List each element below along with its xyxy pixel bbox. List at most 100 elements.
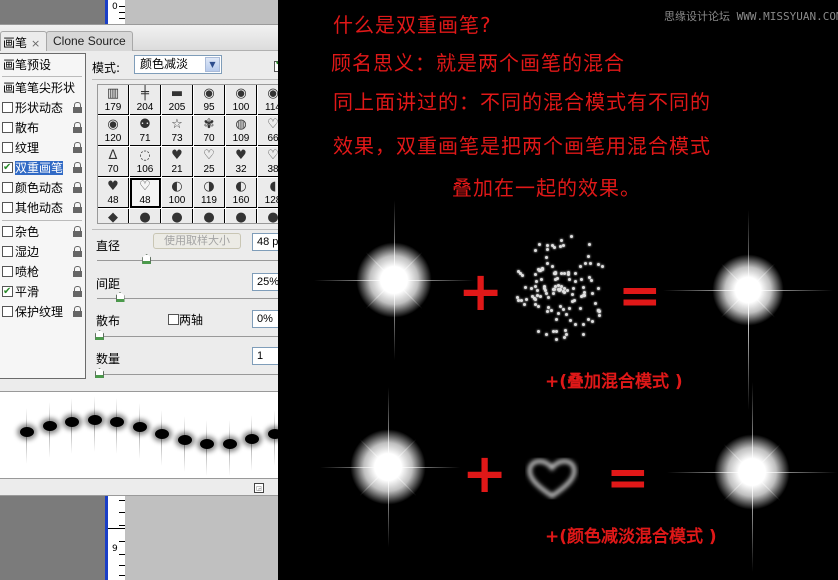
option-noise[interactable]: 杂色 [2,222,84,242]
option-label: 颜色动态 [15,181,64,195]
brush-tip[interactable]: ☆ 73 [162,116,193,146]
checkbox[interactable] [2,158,13,178]
brush-tip[interactable]: ● [162,209,193,223]
use-sample-size-button[interactable]: 使用取样大小 [153,233,241,249]
checkbox[interactable] [2,122,13,133]
brush-tip[interactable]: ◉ 95 [194,85,225,115]
checkbox[interactable] [2,182,13,193]
brush-tip-size: 73 [171,133,183,144]
brush-tip[interactable]: ◌ 106 [130,147,161,177]
brush-tip[interactable]: ▥ 179 [98,85,129,115]
checkbox[interactable] [2,246,13,257]
brush-tip[interactable]: ♥ 48 [98,178,129,208]
option-label: 平滑 [15,285,40,299]
lock-icon[interactable] [73,142,82,153]
brush-tip[interactable]: ▬ 205 [162,85,193,115]
brush-tip[interactable]: ♥ 32 [226,147,257,177]
brush-tip[interactable]: ◐ 100 [162,178,193,208]
count-label: 数量 [96,352,121,366]
option-texture[interactable]: 纹理 [2,138,84,158]
scatter-particle [554,278,558,282]
close-tab-icon[interactable]: × [31,37,40,50]
scatter-particle [546,261,550,265]
checkbox[interactable] [2,226,13,237]
stroke-dab [200,439,214,449]
count-slider-thumb[interactable] [95,368,104,378]
scatter-particle [553,288,557,292]
option-protect-texture[interactable]: 保护纹理 [2,302,84,322]
scatter-particle [550,309,554,313]
tab-clone-source[interactable]: Clone Source [46,31,133,51]
brush-tip[interactable]: ◑ 119 [194,178,225,208]
brush-tip-size: 25 [203,164,215,175]
brush-tip-thumbnail: ◉ [107,117,119,132]
lock-icon[interactable] [73,306,82,317]
option-color-dynamics[interactable]: 颜色动态 [2,178,84,198]
brush-tip-thumbnail: ◐ [171,179,183,194]
chevron-down-icon[interactable]: ▼ [205,57,220,72]
lock-icon[interactable] [73,202,82,213]
option-label: 其他动态 [15,201,64,215]
brush-tip[interactable]: ◉ 100 [226,85,257,115]
brush-tip[interactable]: ♥ 21 [162,147,193,177]
scatter-particle [530,294,534,298]
option-label: 湿边 [15,245,40,259]
count-slider[interactable] [97,374,307,375]
option-shape-dynamics[interactable]: 形状动态 [2,98,84,118]
scatter-particle [563,329,567,333]
checkbox[interactable] [2,306,13,317]
brush-tip[interactable]: ● [194,209,225,223]
option-brush-tip-shape[interactable]: 画笔笔尖形状 [3,78,85,98]
option-other-dynamics[interactable]: 其他动态 [2,198,84,218]
spacing-slider-thumb[interactable] [115,292,125,302]
new-brush-icon[interactable]: ◲ [254,483,264,493]
brush-tip[interactable]: ● [130,209,161,223]
brush-tip[interactable]: ◍ 109 [226,116,257,146]
lock-icon[interactable] [73,122,82,133]
checkbox[interactable] [168,314,179,325]
brush-tip[interactable]: ● [226,209,257,223]
brush-tip[interactable]: ◐ 160 [226,178,257,208]
brush-tip[interactable]: ♡ 48 [130,178,161,208]
option-wet-edges[interactable]: 湿边 [2,242,84,262]
checkbox[interactable] [2,202,13,213]
option-smoothing[interactable]: 平滑 [2,282,84,302]
mode-select[interactable]: 颜色减淡 ▼ [134,55,222,74]
brush-tip[interactable]: ♡ 25 [194,147,225,177]
tab-brush[interactable]: 画笔 × [0,31,48,51]
diameter-slider-thumb[interactable] [142,254,152,264]
checkbox[interactable] [2,266,13,277]
lock-icon[interactable] [73,102,82,113]
brush-tip[interactable]: ◆ [98,209,129,223]
scatter-slider[interactable] [97,336,307,337]
brush-tip[interactable]: ╪ 204 [130,85,161,115]
tutorial-line-4: 效果，双重画笔是把两个画笔用混合模式 [333,134,711,158]
brush-tip[interactable]: ᐃ 70 [98,147,129,177]
option-dual-brush[interactable]: 双重画笔 [2,158,84,178]
brush-tip[interactable]: ⚉ 71 [130,116,161,146]
checkbox[interactable] [2,282,13,302]
scatter-particle [562,308,566,312]
diameter-slider[interactable] [97,260,307,261]
lock-icon[interactable] [73,226,82,237]
lock-icon[interactable] [73,162,82,173]
option-scattering[interactable]: 散布 [2,118,84,138]
stroke-dab [20,427,34,437]
lock-icon[interactable] [73,286,82,297]
brush-tip[interactable]: ◉ 120 [98,116,129,146]
spacing-slider[interactable] [97,298,307,299]
lock-icon[interactable] [73,182,82,193]
mode-label: 模式: [92,61,121,75]
option-label: 纹理 [15,141,40,155]
checkbox[interactable] [2,102,13,113]
lock-icon[interactable] [73,266,82,277]
checkbox[interactable] [2,142,13,153]
scatter-particle [546,295,550,299]
brush-tip[interactable]: ✾ 70 [194,116,225,146]
scatter-slider-thumb[interactable] [95,330,104,340]
option-airbrush[interactable]: 喷枪 [2,262,84,282]
lock-icon[interactable] [73,246,82,257]
both-axes-checkbox[interactable]: 两轴 [168,311,203,328]
scatter-particle [596,262,600,266]
brush-presets-button[interactable]: 画笔预设 [3,55,85,75]
